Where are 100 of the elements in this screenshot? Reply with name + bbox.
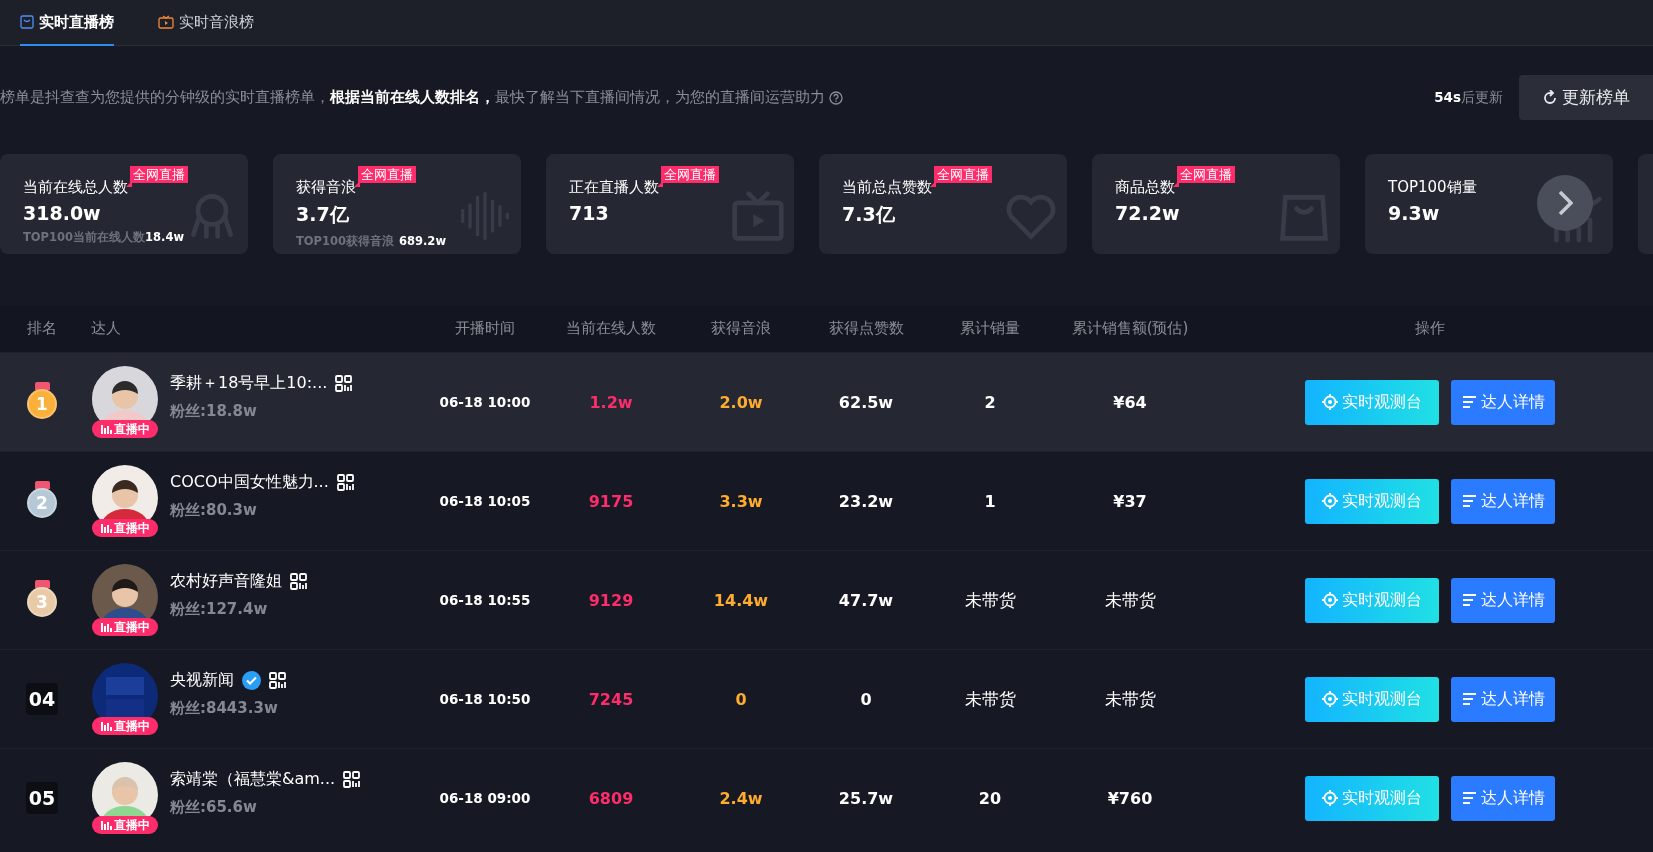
- live-badge: 直播中: [92, 519, 158, 537]
- fans-count: 粉丝:65.6w: [170, 798, 258, 817]
- details-button[interactable]: 达人详情: [1451, 775, 1555, 821]
- table-cell: 2: [984, 392, 996, 412]
- help-icon[interactable]: [829, 90, 843, 105]
- table-cell: 3.3w: [719, 491, 763, 511]
- tab[interactable]: 实时直播榜: [20, 0, 114, 46]
- list-icon: [1461, 395, 1477, 409]
- list-icon: [1461, 692, 1477, 706]
- table-cell: 未带货: [964, 687, 1016, 711]
- talent-name[interactable]: 季耕＋18号早上10:...: [170, 373, 328, 394]
- talent-name[interactable]: COCO中国女性魅力...: [170, 472, 329, 493]
- card-title: TOP100销量: [1388, 178, 1477, 197]
- column-header: 排名: [26, 319, 58, 338]
- card-sub-label: TOP100当前在线人数: [23, 230, 146, 245]
- card-title: 当前在线总人数: [23, 178, 128, 197]
- table-cell: 7245: [588, 689, 634, 709]
- table-cell: 20: [978, 788, 1002, 808]
- live-badge: 直播中: [92, 717, 158, 735]
- qr-code-icon[interactable]: [335, 375, 353, 392]
- column-header: 累计销量: [959, 319, 1021, 338]
- qr-code-icon[interactable]: [290, 573, 307, 590]
- column-header: 获得点赞数: [827, 319, 905, 338]
- refresh-icon: [1542, 89, 1558, 106]
- bars-icon: [100, 424, 112, 434]
- table-cell: 1: [984, 491, 996, 511]
- table-cell: 14.4w: [713, 590, 769, 610]
- table-cell: 9129: [588, 590, 634, 610]
- table-cell: 0: [860, 689, 872, 709]
- target-icon: [1322, 493, 1338, 509]
- list-icon: [1461, 593, 1477, 607]
- target-icon: [1322, 790, 1338, 806]
- bars-icon: [100, 622, 112, 632]
- chevron-right-icon: [1557, 190, 1573, 216]
- column-header: 累计销售额(预估): [1070, 319, 1190, 338]
- card-sub-value: 18.4w: [145, 230, 185, 245]
- table-cell: 9175: [588, 491, 634, 511]
- table-cell: 06-18 10:50: [439, 691, 531, 707]
- table-cell: 未带货: [1104, 588, 1156, 612]
- column-header: 操作: [1414, 319, 1446, 338]
- table-cell: 06-18 10:00: [439, 394, 531, 410]
- table-cell: 2.4w: [719, 788, 763, 808]
- details-button[interactable]: 达人详情: [1451, 478, 1555, 524]
- live-badge: 直播中: [92, 420, 158, 438]
- column-header: 开播时间: [454, 319, 516, 338]
- rank-number: 04: [26, 683, 58, 715]
- column-header: 获得音浪: [710, 319, 772, 338]
- bag-icon: [20, 15, 34, 29]
- card-value: 9.3w: [1388, 202, 1440, 224]
- column-header: 当前在线人数: [565, 319, 657, 338]
- rank-number: 05: [26, 782, 58, 814]
- tab[interactable]: 实时音浪榜: [158, 0, 254, 46]
- table-cell: 未带货: [1104, 687, 1156, 711]
- fans-count: 粉丝:18.8w: [170, 402, 258, 421]
- table-cell: 62.5w: [838, 392, 894, 412]
- details-button[interactable]: 达人详情: [1451, 577, 1555, 623]
- target-icon: [1322, 394, 1338, 410]
- fans-count: 粉丝:127.4w: [170, 600, 269, 619]
- table-cell: 未带货: [964, 588, 1016, 612]
- table-cell: ¥37: [1113, 491, 1147, 511]
- countdown-text: 54s后更新: [1434, 88, 1503, 107]
- talent-name[interactable]: 央视新闻: [170, 670, 234, 691]
- refresh-button[interactable]: 更新榜单: [1519, 75, 1653, 120]
- table-cell: 2.0w: [719, 392, 763, 412]
- table-cell: 23.2w: [838, 491, 894, 511]
- table-cell: 25.7w: [838, 788, 894, 808]
- card-value: 3.7亿: [296, 202, 349, 227]
- card-title: 商品总数: [1115, 178, 1175, 197]
- target-icon: [1322, 592, 1338, 608]
- card-title: 正在直播人数: [569, 178, 659, 197]
- fans-count: 粉丝:80.3w: [170, 501, 258, 520]
- table-cell: ¥64: [1113, 392, 1147, 412]
- card-title: 当前总点赞数: [842, 178, 932, 197]
- card-value: 7.3亿: [842, 202, 895, 227]
- table-cell: 06-18 10:55: [439, 592, 531, 608]
- list-icon: [1461, 494, 1477, 508]
- table-cell: 06-18 09:00: [439, 790, 531, 806]
- details-button[interactable]: 达人详情: [1451, 379, 1555, 425]
- card-sub-label: TOP100获得音浪: [296, 234, 395, 249]
- bars-icon: [100, 721, 112, 731]
- target-icon: [1322, 691, 1338, 707]
- column-header: 达人: [90, 319, 122, 338]
- qr-code-icon[interactable]: [343, 771, 361, 788]
- qr-code-icon[interactable]: [336, 474, 354, 491]
- card-title: 获得音浪: [296, 178, 356, 197]
- table-cell: 1.2w: [589, 392, 633, 412]
- card-value: 318.0w: [23, 202, 101, 224]
- description-text: 榜单是抖查查为您提供的分钟级的实时直播榜单，根据当前在线人数排名，最快了解当下直播间情况，为您的直播间运营助力: [0, 88, 825, 107]
- list-icon: [1461, 791, 1477, 805]
- table-cell: 0: [735, 689, 747, 709]
- bars-icon: [100, 523, 112, 533]
- table-row[interactable]: 1 直播中 季耕＋18号早上10:... 粉丝:18.8w 06-18 10:00 1.2w 2.0w 62.5w 2 ¥64 实时观测台 达人详情: [0, 352, 1653, 451]
- talent-name[interactable]: 农村好声音隆姐: [170, 571, 282, 592]
- card-sub-value: 689.2w: [399, 234, 446, 249]
- card-value: 713: [569, 202, 609, 224]
- details-button[interactable]: 达人详情: [1451, 676, 1555, 722]
- qr-code-icon[interactable]: [269, 672, 286, 689]
- talent-name[interactable]: 索靖棠（福慧棠&am...: [170, 769, 336, 790]
- live-badge: 直播中: [92, 816, 158, 834]
- table-cell: 47.7w: [838, 590, 894, 610]
